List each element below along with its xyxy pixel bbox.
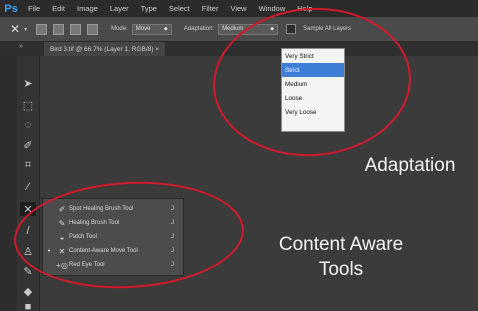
content-aware-move-icon[interactable]: ✕ <box>10 22 20 36</box>
lasso-tool-icon[interactable]: ◌ <box>20 118 36 132</box>
tool-preset-arrow-icon[interactable]: ▾ <box>24 26 27 33</box>
adaptation-label: Adaptation: <box>183 26 215 32</box>
mode-value: Move <box>135 26 151 32</box>
eyedropper-tool-icon[interactable]: ⁄ <box>20 180 36 194</box>
intersect-selection-icon[interactable] <box>87 23 99 35</box>
content-aware-annotation-line2: Tools <box>318 259 364 280</box>
menu-filter[interactable]: Filter <box>196 4 225 13</box>
adaptation-value: Medium <box>222 26 244 32</box>
document-tab[interactable]: Bird 3.tif @ 66.7% (Layer 1, RGB/8) × <box>44 42 166 56</box>
crop-tool-icon[interactable]: ⌗ <box>20 158 36 172</box>
tools-panel: ➤ ⬚ ◌ ✐ ⌗ ⁄ ✕ / ♙ ✎ ◆ ■ <box>17 56 40 311</box>
ps-logo: Ps <box>4 2 18 15</box>
menu-file[interactable]: File <box>22 4 46 13</box>
photoshop-window: Ps File Edit Image Layer Type Select Fil… <box>0 0 478 311</box>
menu-type[interactable]: Type <box>135 4 163 13</box>
document-tab-title: Bird 3.tif @ 66.7% (Layer 1, RGB/8) × <box>50 45 160 53</box>
adaptation-annotation: Adaptation <box>364 155 456 176</box>
mode-label: Mode: <box>111 26 128 32</box>
subtract-from-selection-icon[interactable] <box>70 23 82 35</box>
menu-bar: Ps File Edit Image Layer Type Select Fil… <box>0 0 478 17</box>
mode-select[interactable]: Move ◆ <box>131 23 172 35</box>
move-tool-icon[interactable]: ➤ <box>20 76 36 90</box>
gradient-tool-icon[interactable]: ■ <box>20 300 36 311</box>
new-selection-icon[interactable] <box>36 23 48 35</box>
left-edge-panel <box>0 56 17 311</box>
collapse-panels-icon[interactable]: » <box>19 43 23 50</box>
mode-chevron-icon: ◆ <box>163 26 168 32</box>
content-aware-annotation-line1: Content Aware <box>278 234 404 255</box>
menu-layer[interactable]: Layer <box>104 4 135 13</box>
marquee-tool-icon[interactable]: ⬚ <box>20 98 36 112</box>
quick-selection-tool-icon[interactable]: ✐ <box>20 138 36 152</box>
menu-image[interactable]: Image <box>71 4 104 13</box>
menu-select[interactable]: Select <box>163 4 196 13</box>
menu-view[interactable]: View <box>224 4 252 13</box>
eraser-tool-icon[interactable]: ◆ <box>20 284 36 298</box>
add-to-selection-icon[interactable] <box>53 23 65 35</box>
menu-edit[interactable]: Edit <box>46 4 71 13</box>
